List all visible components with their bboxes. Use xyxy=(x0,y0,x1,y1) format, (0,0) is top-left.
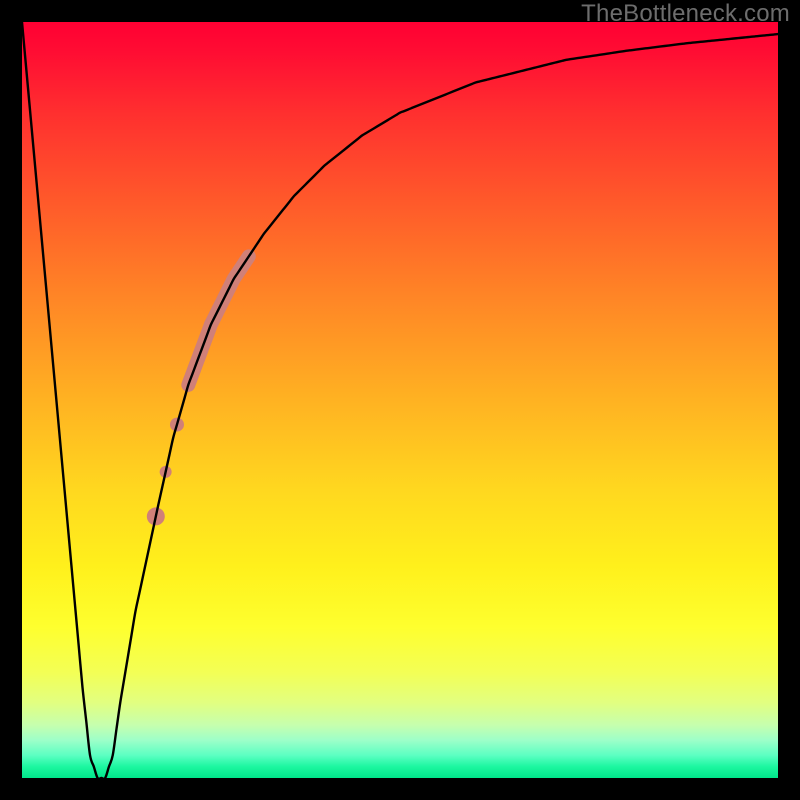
watermark: TheBottleneck.com xyxy=(581,0,790,28)
curve-layer xyxy=(22,22,778,778)
bottleneck-curve xyxy=(22,22,778,778)
plot-area xyxy=(22,22,778,778)
chart-frame: TheBottleneck.com xyxy=(0,0,800,800)
